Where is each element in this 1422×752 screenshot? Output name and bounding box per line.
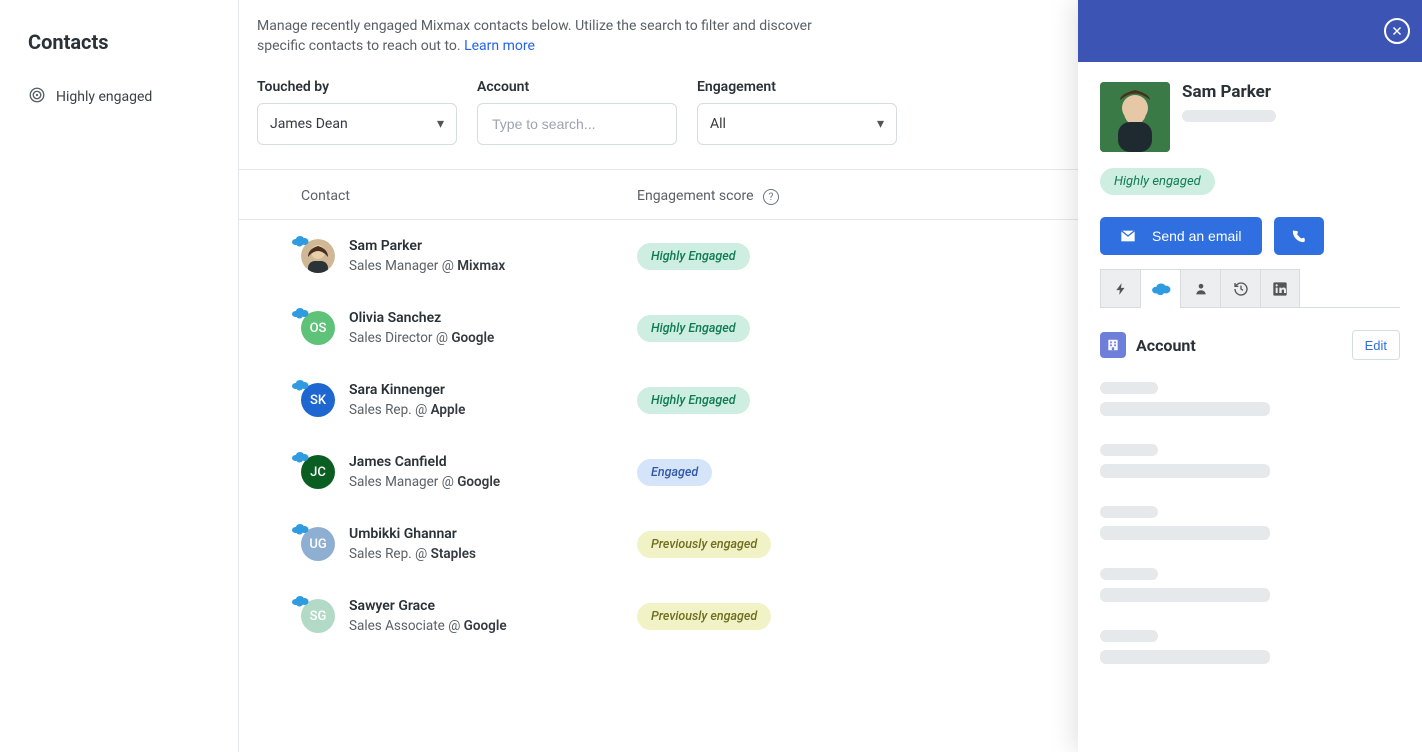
contact-name: Sara Kinnenger xyxy=(349,382,465,398)
page-title: Contacts xyxy=(28,30,214,54)
contact-cell: OSOlivia SanchezSales Director @ Google xyxy=(257,310,601,346)
tab-linkedin[interactable] xyxy=(1260,269,1300,307)
send-email-button[interactable]: Send an email xyxy=(1100,217,1262,255)
contact-cell: JCJames CanfieldSales Manager @ Google xyxy=(257,454,601,490)
contact-subtitle: Sales Manager @ Mixmax xyxy=(349,258,505,274)
sidebar: Contacts Highly engaged xyxy=(0,0,238,752)
contact-name: Umbikki Ghannar xyxy=(349,526,476,542)
contact-name: James Canfield xyxy=(349,454,500,470)
profile-header: Sam Parker xyxy=(1100,82,1400,152)
section-title: Account xyxy=(1136,336,1196,355)
panel-tabs xyxy=(1100,269,1400,308)
help-icon[interactable]: ? xyxy=(763,189,779,205)
filter-label: Touched by xyxy=(257,79,457,95)
contact-subtitle: Sales Rep. @ Staples xyxy=(349,546,476,562)
engagement-badge: Engaged xyxy=(637,459,712,486)
salesforce-icon xyxy=(291,307,309,323)
touched-by-select[interactable]: James Dean ▾ xyxy=(257,103,457,145)
mail-icon xyxy=(1120,229,1136,243)
contact-detail-panel: Sam Parker Highly engaged Send an email xyxy=(1078,0,1422,752)
building-icon xyxy=(1100,332,1126,358)
contact-name: Sawyer Grace xyxy=(349,598,507,614)
salesforce-icon xyxy=(291,451,309,467)
sidebar-item-highly-engaged[interactable]: Highly engaged xyxy=(28,86,214,108)
learn-more-link[interactable]: Learn more xyxy=(464,38,535,54)
tab-salesforce[interactable] xyxy=(1140,269,1180,307)
button-label: Send an email xyxy=(1152,228,1242,244)
contact-subtitle: Sales Associate @ Google xyxy=(349,618,507,634)
linkedin-icon xyxy=(1272,281,1288,297)
close-icon xyxy=(1391,25,1403,37)
intro-text: Manage recently engaged Mixmax contacts … xyxy=(257,16,827,57)
history-icon xyxy=(1233,281,1249,297)
select-value: All xyxy=(710,116,726,132)
contact-cell: SGSawyer GraceSales Associate @ Google xyxy=(257,598,601,634)
chevron-down-icon: ▾ xyxy=(437,116,444,132)
avatar xyxy=(1100,82,1170,152)
status-badge: Highly engaged xyxy=(1100,168,1215,195)
engagement-select[interactable]: All ▾ xyxy=(697,103,897,145)
bolt-icon xyxy=(1114,281,1128,297)
salesforce-icon xyxy=(1151,282,1171,296)
column-label: Engagement score xyxy=(637,188,754,204)
target-icon xyxy=(28,86,46,108)
column-score[interactable]: Engagement score ? xyxy=(619,170,1072,220)
filter-engagement: Engagement All ▾ xyxy=(697,79,897,145)
contact-name: Olivia Sanchez xyxy=(349,310,494,326)
call-button[interactable] xyxy=(1274,217,1324,255)
engagement-badge: Previously engaged xyxy=(637,603,771,630)
filter-account: Account xyxy=(477,79,677,145)
close-button[interactable] xyxy=(1384,18,1410,44)
contact-subtitle: Sales Director @ Google xyxy=(349,330,494,346)
tab-activity[interactable] xyxy=(1100,269,1140,307)
engagement-badge: Highly Engaged xyxy=(637,387,750,414)
account-search-input[interactable] xyxy=(490,115,664,133)
tab-history[interactable] xyxy=(1220,269,1260,307)
salesforce-icon xyxy=(291,235,309,251)
engagement-badge: Highly Engaged xyxy=(637,315,750,342)
contact-subtitle: Sales Rep. @ Apple xyxy=(349,402,465,418)
filter-label: Account xyxy=(477,79,677,95)
edit-button[interactable]: Edit xyxy=(1352,330,1400,360)
person-icon xyxy=(1194,281,1208,296)
contact-cell: UGUmbikki GhannarSales Rep. @ Staples xyxy=(257,526,601,562)
tab-person[interactable] xyxy=(1180,269,1220,307)
skeleton xyxy=(1182,110,1276,122)
contact-cell: SKSara KinnengerSales Rep. @ Apple xyxy=(257,382,601,418)
account-search-wrapper xyxy=(477,103,677,145)
filter-label: Engagement xyxy=(697,79,897,95)
salesforce-icon xyxy=(291,379,309,395)
contact-cell: Sam Parker Sales Manager @ Mixmax xyxy=(257,238,601,274)
contact-name: Sam Parker xyxy=(1182,82,1276,102)
column-contact[interactable]: Contact xyxy=(239,170,619,220)
contact-subtitle: Sales Manager @ Google xyxy=(349,474,500,490)
salesforce-icon xyxy=(291,523,309,539)
chevron-down-icon: ▾ xyxy=(877,116,884,132)
engagement-badge: Highly Engaged xyxy=(637,243,750,270)
salesforce-icon xyxy=(291,595,309,611)
account-details-skeleton xyxy=(1100,382,1400,664)
sidebar-item-label: Highly engaged xyxy=(56,89,152,105)
phone-icon xyxy=(1291,229,1306,244)
account-section-header: Account Edit xyxy=(1100,330,1400,360)
panel-header xyxy=(1078,0,1422,62)
select-value: James Dean xyxy=(270,116,348,132)
contact-name: Sam Parker xyxy=(349,238,505,254)
engagement-badge: Previously engaged xyxy=(637,531,771,558)
filter-touched-by: Touched by James Dean ▾ xyxy=(257,79,457,145)
